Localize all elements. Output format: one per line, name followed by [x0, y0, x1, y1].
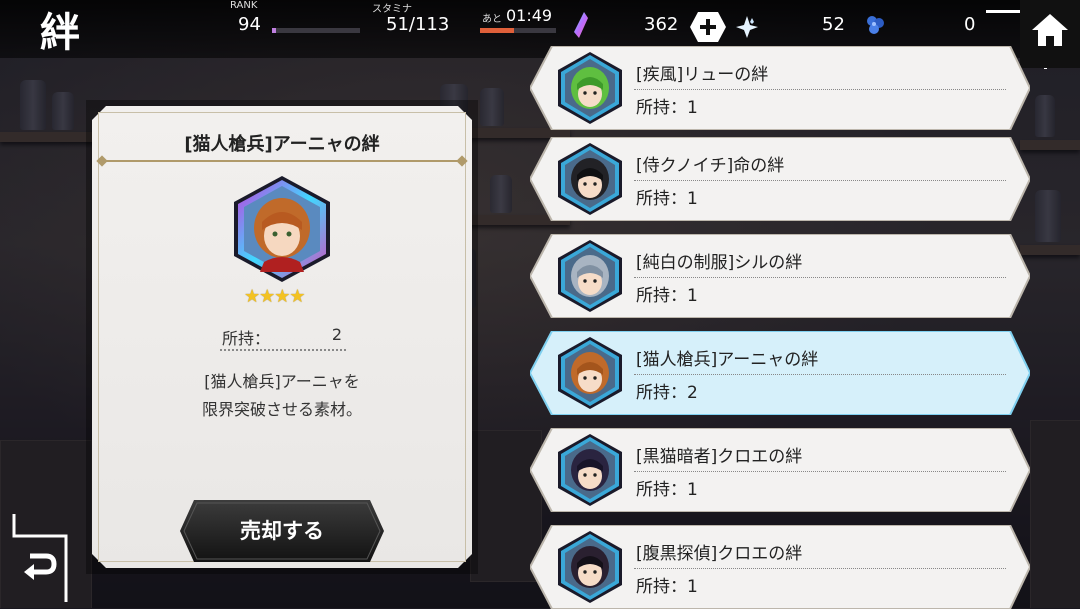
rarity-stars: ★★★★ — [244, 286, 306, 307]
home-icon — [1032, 14, 1068, 46]
owned-count-row: 所持： 2 — [220, 325, 346, 351]
list-item[interactable]: [腹黒探偵]クロエの絆 所持：1 — [530, 525, 1030, 609]
list-item-name: [猫人槍兵]アーニャの絆 — [636, 350, 819, 370]
character-portrait — [558, 337, 622, 409]
description-line: 限界突破させる素材。 — [201, 400, 362, 419]
back-button[interactable] — [12, 514, 72, 602]
list-item-divider — [634, 277, 1006, 278]
rank-progress-fill — [272, 28, 277, 33]
list-item-name: [純白の制服]シルの絆 — [636, 253, 803, 273]
list-item[interactable]: [疾風]リューの絆 所持：1 — [530, 46, 1030, 130]
crystal-icon — [736, 16, 758, 38]
back-icon — [12, 514, 68, 602]
list-item-divider — [634, 471, 1006, 472]
screen-title-kanji: 絆 — [40, 9, 80, 56]
plus-icon[interactable] — [690, 12, 726, 42]
detail-title: [猫人槍兵]アーニャの絆 — [184, 134, 380, 155]
blue-flower-icon — [867, 16, 884, 34]
stamina-progress-fill — [480, 28, 515, 33]
list-item[interactable]: [侍クノイチ]命の絆 所持：1 — [530, 137, 1030, 221]
list-item-owned: 所持：1 — [636, 286, 698, 306]
list-item-divider — [634, 89, 1006, 90]
list-item-divider — [634, 374, 1006, 375]
title-divider — [104, 160, 460, 162]
gem-icon — [574, 12, 588, 38]
list-item-name: [侍クノイチ]命の絆 — [636, 156, 785, 176]
list-item-owned: 所持：2 — [636, 383, 698, 403]
stamina-label: スタミナ — [372, 4, 412, 15]
list-item-owned: 所持：1 — [636, 480, 698, 500]
list-item-name: [腹黒探偵]クロエの絆 — [636, 544, 803, 564]
list-item-name: [疾風]リューの絆 — [636, 65, 769, 85]
list-item-owned: 所持：1 — [636, 577, 698, 597]
character-portrait — [558, 531, 622, 603]
character-portrait-large — [234, 176, 330, 282]
rank-label: RANK — [230, 0, 258, 11]
character-portrait — [558, 143, 622, 215]
rank-value: 94 — [238, 14, 261, 35]
character-portrait — [558, 434, 622, 506]
stamina-progress-bar — [480, 28, 556, 33]
sell-button-label: 売却する — [240, 519, 324, 543]
description-line: [猫人槍兵]アーニャを — [204, 372, 360, 391]
list-item[interactable]: [猫人槍兵]アーニャの絆 所持：2 — [530, 331, 1030, 415]
owned-label: 所持： — [222, 329, 271, 348]
owned-value: 2 — [331, 325, 342, 344]
character-portrait — [558, 240, 622, 312]
recover-label: あと — [482, 14, 502, 25]
crystal-count: 52 — [822, 14, 845, 35]
list-item-divider — [634, 180, 1006, 181]
character-portrait — [558, 52, 622, 124]
rank-progress-bar — [272, 28, 360, 33]
list-item[interactable]: [純白の制服]シルの絆 所持：1 — [530, 234, 1030, 318]
flower-count: 0 — [964, 14, 976, 35]
list-item-owned: 所持：1 — [636, 98, 698, 118]
item-description: [猫人槍兵]アーニャを 限界突破させる素材。 — [92, 368, 472, 424]
gem-count: 362 — [644, 14, 679, 35]
stamina-value: 51/113 — [386, 14, 450, 35]
list-item-owned: 所持：1 — [636, 189, 698, 209]
list-item-divider — [634, 568, 1006, 569]
list-item-name: [黒猫暗者]クロエの絆 — [636, 447, 803, 467]
recover-time: 01:49 — [506, 6, 553, 25]
list-item[interactable]: [黒猫暗者]クロエの絆 所持：1 — [530, 428, 1030, 512]
